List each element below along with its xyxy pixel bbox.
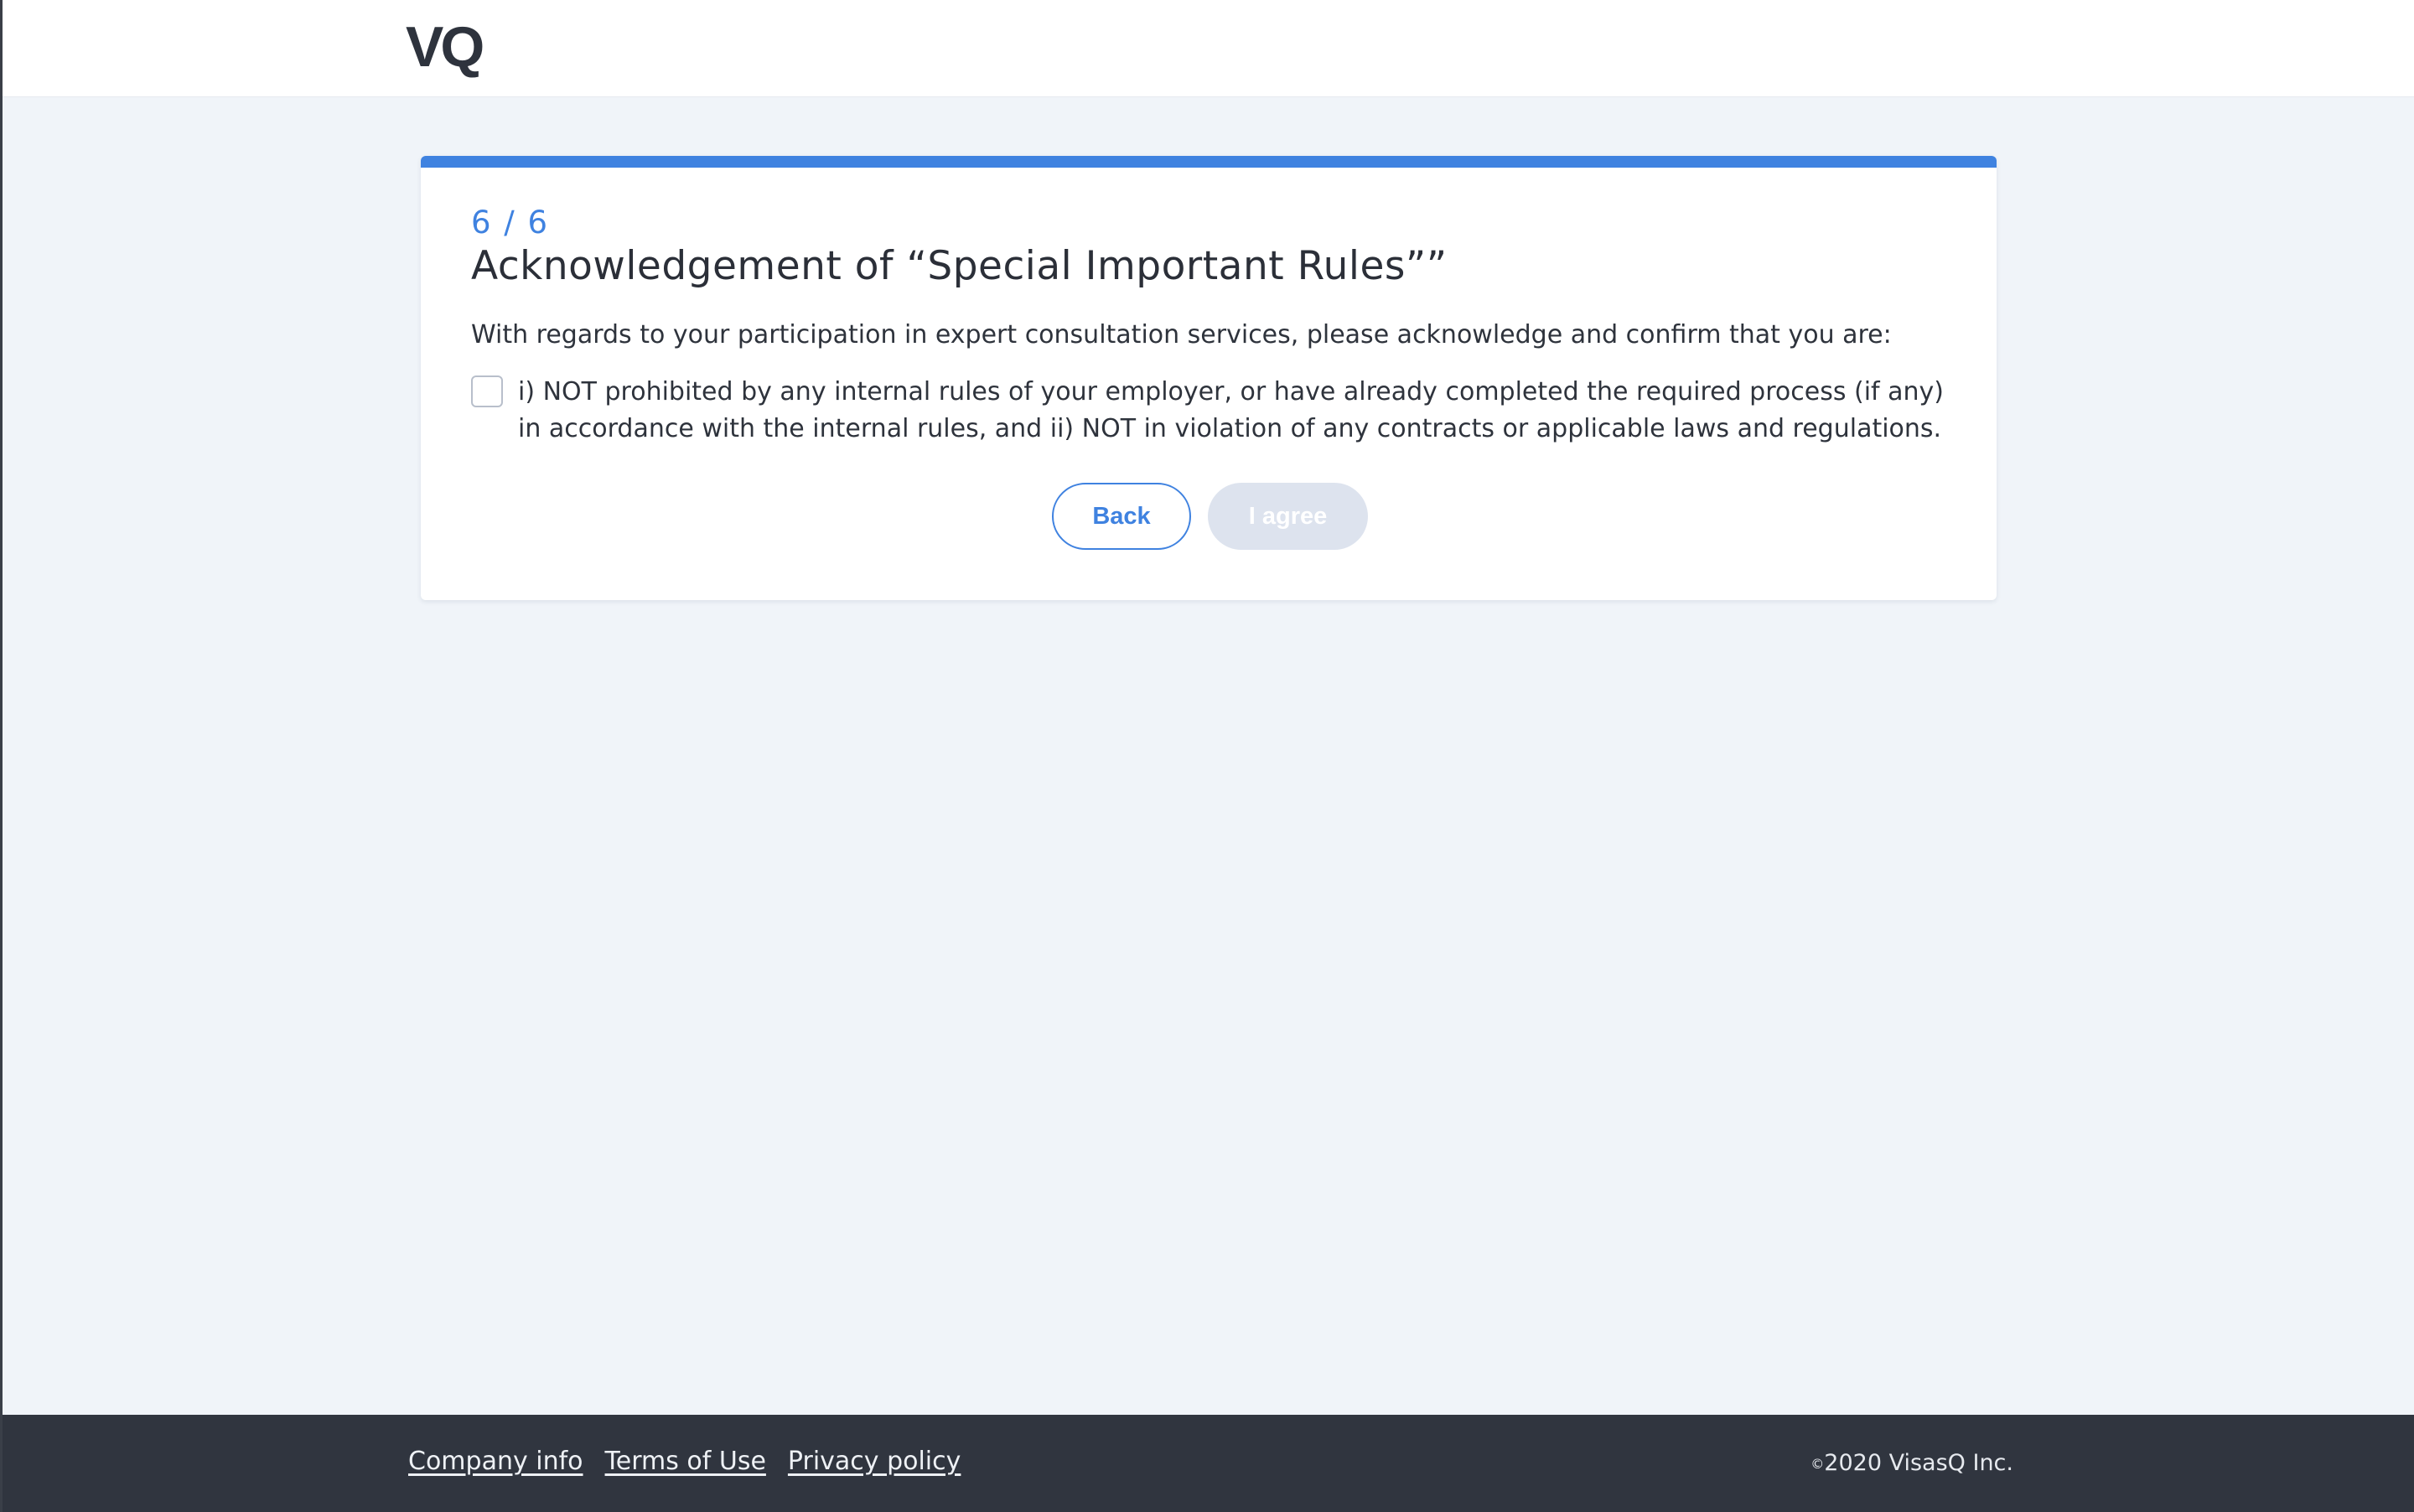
page-footer: Company info Terms of Use Privacy policy…: [3, 1415, 2414, 1512]
copyright: ©2020 VisasQ Inc.: [1810, 1450, 2013, 1476]
acknowledgement-card: 6 / 6 Acknowledgement of “Special Import…: [421, 156, 1997, 600]
i-agree-button[interactable]: I agree: [1208, 483, 1368, 550]
copyright-symbol: ©: [1810, 1456, 1825, 1472]
window-left-edge: [0, 0, 3, 1512]
back-button[interactable]: Back: [1052, 483, 1191, 550]
page-title: Acknowledgement of “Special Important Ru…: [471, 243, 1448, 289]
privacy-policy-link[interactable]: Privacy policy: [788, 1447, 961, 1476]
copyright-text: 2020 VisasQ Inc.: [1824, 1450, 2013, 1476]
vq-logo[interactable]: VQ: [406, 15, 484, 79]
terms-of-use-link[interactable]: Terms of Use: [605, 1447, 766, 1476]
top-header: VQ: [3, 0, 2414, 97]
acknowledge-checkbox[interactable]: [471, 375, 503, 407]
step-indicator: 6 / 6: [471, 205, 550, 241]
intro-text: With regards to your participation in ex…: [471, 320, 1892, 350]
company-info-link[interactable]: Company info: [408, 1447, 583, 1476]
acknowledge-label[interactable]: i) NOT prohibited by any internal rules …: [518, 374, 1960, 448]
footer-links: Company info Terms of Use Privacy policy: [408, 1447, 961, 1476]
card-accent-bar: [421, 156, 1997, 168]
